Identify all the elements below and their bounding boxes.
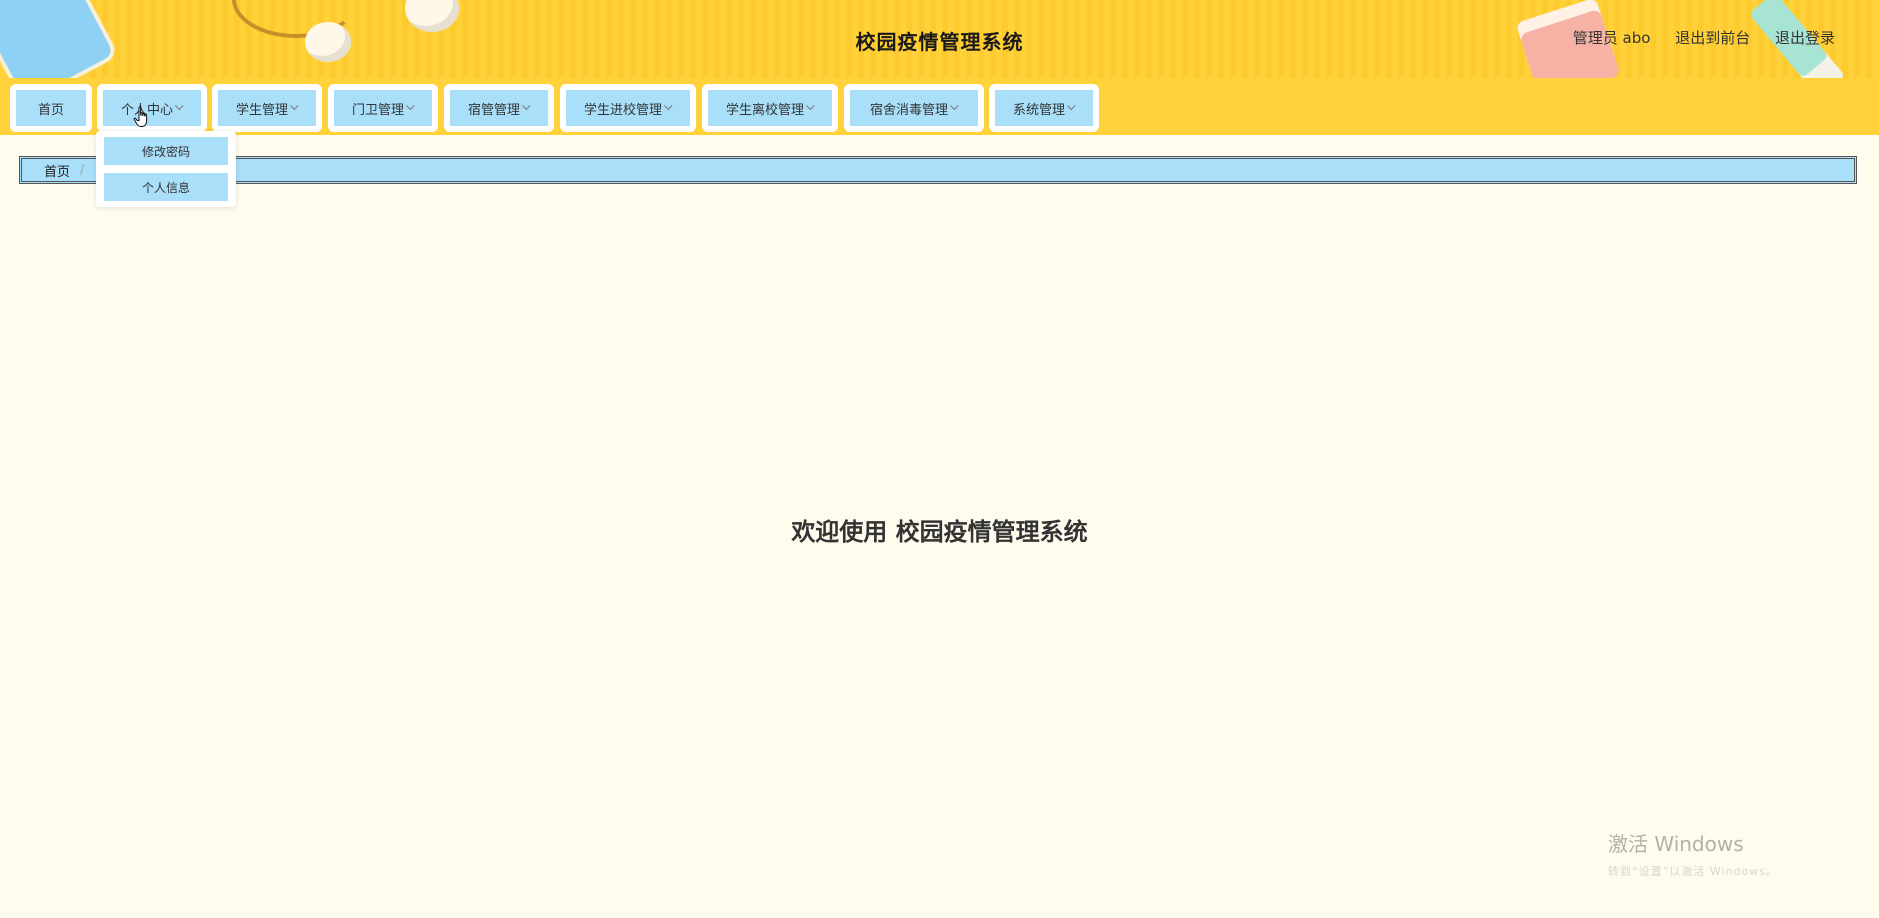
nav-item-personal-center[interactable]: 个人中心: [97, 84, 207, 132]
logout-link[interactable]: 退出登录: [1775, 29, 1835, 47]
chevron-down-icon: [290, 101, 299, 111]
admin-user-label: 管理员 abo: [1572, 29, 1651, 47]
chevron-down-icon: [1067, 101, 1076, 111]
dropdown-item-personal-info[interactable]: 个人信息: [104, 173, 228, 201]
breadcrumb-home[interactable]: 首页: [44, 161, 70, 180]
dropdown-item-change-password[interactable]: 修改密码: [104, 137, 228, 165]
nav-item-label: 宿舍消毒管理: [869, 102, 948, 118]
exit-to-front-link[interactable]: 退出到前台: [1675, 29, 1750, 47]
top-links: 管理员 abo 退出到前台 退出登录: [1573, 27, 1835, 48]
nav-item-dorm-manager-management[interactable]: 宿管管理: [444, 84, 554, 132]
nav-item-home[interactable]: 首页: [10, 84, 92, 132]
chevron-down-icon: [664, 101, 673, 111]
nav-item-label: 首页: [37, 102, 64, 118]
nav-item-dorm-disinfection-management[interactable]: 宿舍消毒管理: [844, 84, 984, 132]
nav-item-student-leave-management[interactable]: 学生离校管理: [702, 84, 838, 132]
hand-pointer-cursor-icon: [133, 106, 151, 132]
nav-item-label: 学生离校管理: [725, 102, 804, 118]
chevron-down-icon: [522, 101, 531, 111]
breadcrumb-separator: /: [80, 162, 85, 178]
header-bar: 校园疫情管理系统 管理员 abo 退出到前台 退出登录: [0, 0, 1879, 79]
welcome-message: 欢迎使用 校园疫情管理系统: [791, 518, 1088, 546]
nav-item-label: 门卫管理: [351, 102, 404, 118]
nav-item-student-management[interactable]: 学生管理: [212, 84, 322, 132]
personal-center-dropdown: 修改密码 个人信息: [96, 131, 236, 207]
nav-item-label: 系统管理: [1012, 102, 1065, 118]
windows-activation-watermark: 激活 Windows 转到“设置”以激活 Windows。: [1608, 828, 1778, 879]
main-nav: 首页 个人中心 学生管理 门卫管理 宿管管理 学生进校管理 学生离校管理 宿舍消…: [0, 78, 1879, 135]
chevron-down-icon: [806, 101, 815, 111]
watermark-subtitle: 转到“设置”以激活 Windows。: [1608, 865, 1778, 878]
breadcrumb: 首页 /: [19, 156, 1857, 184]
nav-item-label: 学生进校管理: [583, 102, 662, 118]
nav-item-student-entry-management[interactable]: 学生进校管理: [560, 84, 696, 132]
nav-item-label: 宿管管理: [467, 102, 520, 118]
watermark-title: 激活 Windows: [1608, 832, 1744, 856]
nav-item-label: 学生管理: [235, 102, 288, 118]
nav-item-system-management[interactable]: 系统管理: [989, 84, 1099, 132]
nav-item-guard-management[interactable]: 门卫管理: [328, 84, 438, 132]
chevron-down-icon: [406, 101, 415, 111]
chevron-down-icon: [950, 101, 959, 111]
chevron-down-icon: [175, 101, 184, 111]
